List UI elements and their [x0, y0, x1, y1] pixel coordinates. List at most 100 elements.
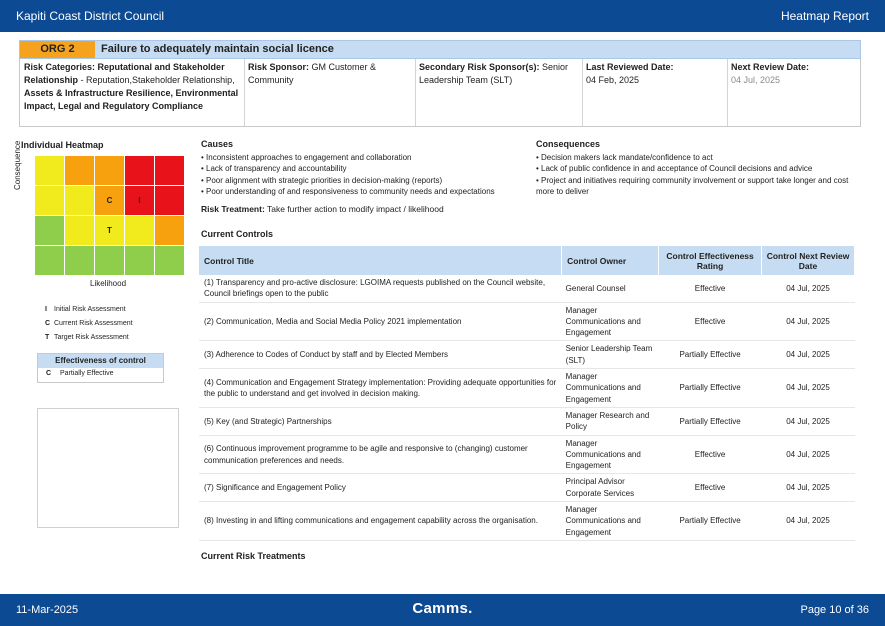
control-review-date: 04 Jul, 2025: [761, 302, 855, 342]
heatmap-cell: [35, 156, 64, 185]
control-title: (3) Adherence to Codes of Conduct by sta…: [199, 340, 562, 370]
legend-item: I Initial Risk Assessment: [37, 306, 126, 313]
heatmap-cell: [125, 216, 154, 245]
current-controls-title: Current Controls: [201, 229, 273, 239]
consequence-item: • Lack of public confidence in and accep…: [536, 164, 813, 173]
table-row: (4) Communication and Engagement Strateg…: [199, 368, 855, 408]
table-row: (1) Transparency and pro-active disclosu…: [199, 275, 855, 303]
control-title: (1) Transparency and pro-active disclosu…: [199, 275, 562, 303]
heatmap-cell: I: [125, 186, 154, 215]
legend-text: Current Risk Assessment: [54, 320, 133, 327]
risk-categories-secondary: - Reputation,Stakeholder Relationship,: [78, 75, 235, 85]
legend-text: Target Risk Assessment: [54, 334, 129, 341]
heatmap-cell: [155, 246, 184, 275]
last-reviewed-label: Last Reviewed Date:: [586, 62, 674, 72]
cause-item: • Lack of transparency and accountabilit…: [201, 164, 347, 173]
control-title: (4) Communication and Engagement Strateg…: [199, 368, 562, 408]
heatmap-cell: [125, 156, 154, 185]
effectiveness-row: C Partially Effective: [38, 368, 163, 377]
risk-categories-label: Risk Categories:: [24, 62, 96, 72]
cause-item: • Inconsistent approaches to engagement …: [201, 152, 412, 162]
control-review-date: 04 Jul, 2025: [761, 501, 855, 541]
risk-info-panel: Risk Categories: Reputational and Stakeh…: [19, 59, 861, 127]
control-owner: Principal Advisor Corporate Services: [561, 473, 659, 503]
heatmap-title: Individual Heatmap: [21, 140, 104, 150]
consequences-section: Consequences • Decision makers lack mand…: [536, 139, 866, 198]
risk-categories-other: Assets & Infrastructure Resilience, Envi…: [24, 88, 239, 111]
risk-sponsor: Risk Sponsor: GM Customer & Community: [244, 61, 415, 87]
column-header-rating: Control Effectiveness Rating: [658, 246, 763, 275]
table-row: (6) Continuous improvement programme to …: [199, 435, 855, 475]
table-row: (8) Investing in and lifting communicati…: [199, 501, 855, 541]
column-header-title: Control Title: [199, 246, 563, 275]
next-review-value: 04 Jul, 2025: [731, 75, 781, 85]
last-reviewed-value: 04 Feb, 2025: [586, 75, 640, 85]
next-review: Next Review Date: 04 Jul, 2025: [727, 61, 857, 87]
risk-categories: Risk Categories: Reputational and Stakeh…: [20, 61, 244, 113]
table-row: (7) Significance and Engagement Policy P…: [199, 473, 855, 503]
causes-title: Causes: [201, 139, 234, 149]
control-review-date: 04 Jul, 2025: [761, 473, 855, 503]
report-title: Heatmap Report: [780, 9, 869, 23]
legend-item: T Target Risk Assessment: [37, 334, 129, 341]
legend-key: C: [45, 320, 51, 327]
control-owner: Manager Communications and Engagement: [561, 501, 659, 541]
page-number: Page 10 of 36: [800, 604, 869, 616]
heatmap-cell: [125, 246, 154, 275]
control-rating: Partially Effective: [658, 368, 762, 408]
effectiveness-box: Effectiveness of control C Partially Effe…: [37, 353, 164, 383]
control-review-date: 04 Jul, 2025: [761, 340, 855, 370]
heatmap-marker: I: [138, 196, 141, 205]
effectiveness-value: Partially Effective: [60, 370, 114, 377]
legend-key: I: [45, 306, 47, 313]
causes-section: Causes • Inconsistent approaches to enga…: [201, 139, 531, 198]
column-header-owner: Control Owner: [561, 246, 660, 275]
controls-table: Control Title Control Owner Control Effe…: [199, 246, 855, 541]
control-owner: Senior Leadership Team (SLT): [561, 340, 659, 370]
control-review-date: 04 Jul, 2025: [761, 435, 855, 475]
control-owner: General Counsel: [561, 275, 659, 303]
secondary-sponsor: Secondary Risk Sponsor(s): Senior Leader…: [415, 61, 582, 87]
heatmap-cell: [35, 186, 64, 215]
heatmap-cell: [65, 156, 94, 185]
control-rating: Partially Effective: [658, 407, 762, 436]
table-row: (2) Communication, Media and Social Medi…: [199, 302, 855, 342]
heatmap-cell: [65, 186, 94, 215]
legend-item: C Current Risk Assessment: [37, 320, 133, 327]
heatmap-cell: [35, 216, 64, 245]
current-risk-treatments-title: Current Risk Treatments: [201, 551, 306, 561]
last-reviewed: Last Reviewed Date: 04 Feb, 2025: [582, 61, 727, 87]
risk-sponsor-label: Risk Sponsor:: [248, 62, 310, 72]
heatmap-cell: [35, 246, 64, 275]
control-title: (5) Key (and Strategic) Partnerships: [199, 407, 562, 436]
control-title: (2) Communication, Media and Social Medi…: [199, 302, 562, 342]
effectiveness-title: Effectiveness of control: [38, 354, 163, 368]
heatmap-cell: C: [95, 186, 124, 215]
control-rating: Partially Effective: [658, 340, 762, 370]
secondary-sponsor-label: Secondary Risk Sponsor(s):: [419, 62, 540, 72]
top-bar: Kapiti Coast District Council Heatmap Re…: [0, 0, 885, 32]
camms-logo: Camms.: [412, 600, 473, 617]
heatmap-marker: C: [106, 196, 113, 205]
heatmap-cell: [95, 246, 124, 275]
consequence-item: • Decision makers lack mandate/confidenc…: [536, 152, 713, 162]
consequence-item: • Project and initiatives requiring comm…: [536, 175, 849, 197]
cause-item: • Poor understanding of and responsivene…: [201, 187, 495, 196]
heatmap-cell: [155, 216, 184, 245]
next-review-label: Next Review Date:: [731, 62, 810, 72]
control-rating: Effective: [658, 302, 762, 342]
heatmap-cell: [95, 156, 124, 185]
heatmap-y-label: Consequence: [13, 140, 22, 190]
control-review-date: 04 Jul, 2025: [761, 407, 855, 436]
heatmap-cell: T: [95, 216, 124, 245]
legend-text: Initial Risk Assessment: [54, 306, 126, 313]
control-owner: Manager Communications and Engagement: [561, 435, 659, 475]
risk-treatment-label: Risk Treatment:: [201, 204, 265, 214]
heatmap-cell: [155, 156, 184, 185]
control-rating: Effective: [658, 275, 762, 303]
control-title: (7) Significance and Engagement Policy: [199, 473, 562, 503]
cause-item: • Poor alignment with strategic prioriti…: [201, 175, 443, 185]
control-rating: Effective: [658, 473, 762, 503]
empty-panel: [37, 408, 179, 528]
organisation-name: Kapiti Coast District Council: [16, 9, 165, 23]
